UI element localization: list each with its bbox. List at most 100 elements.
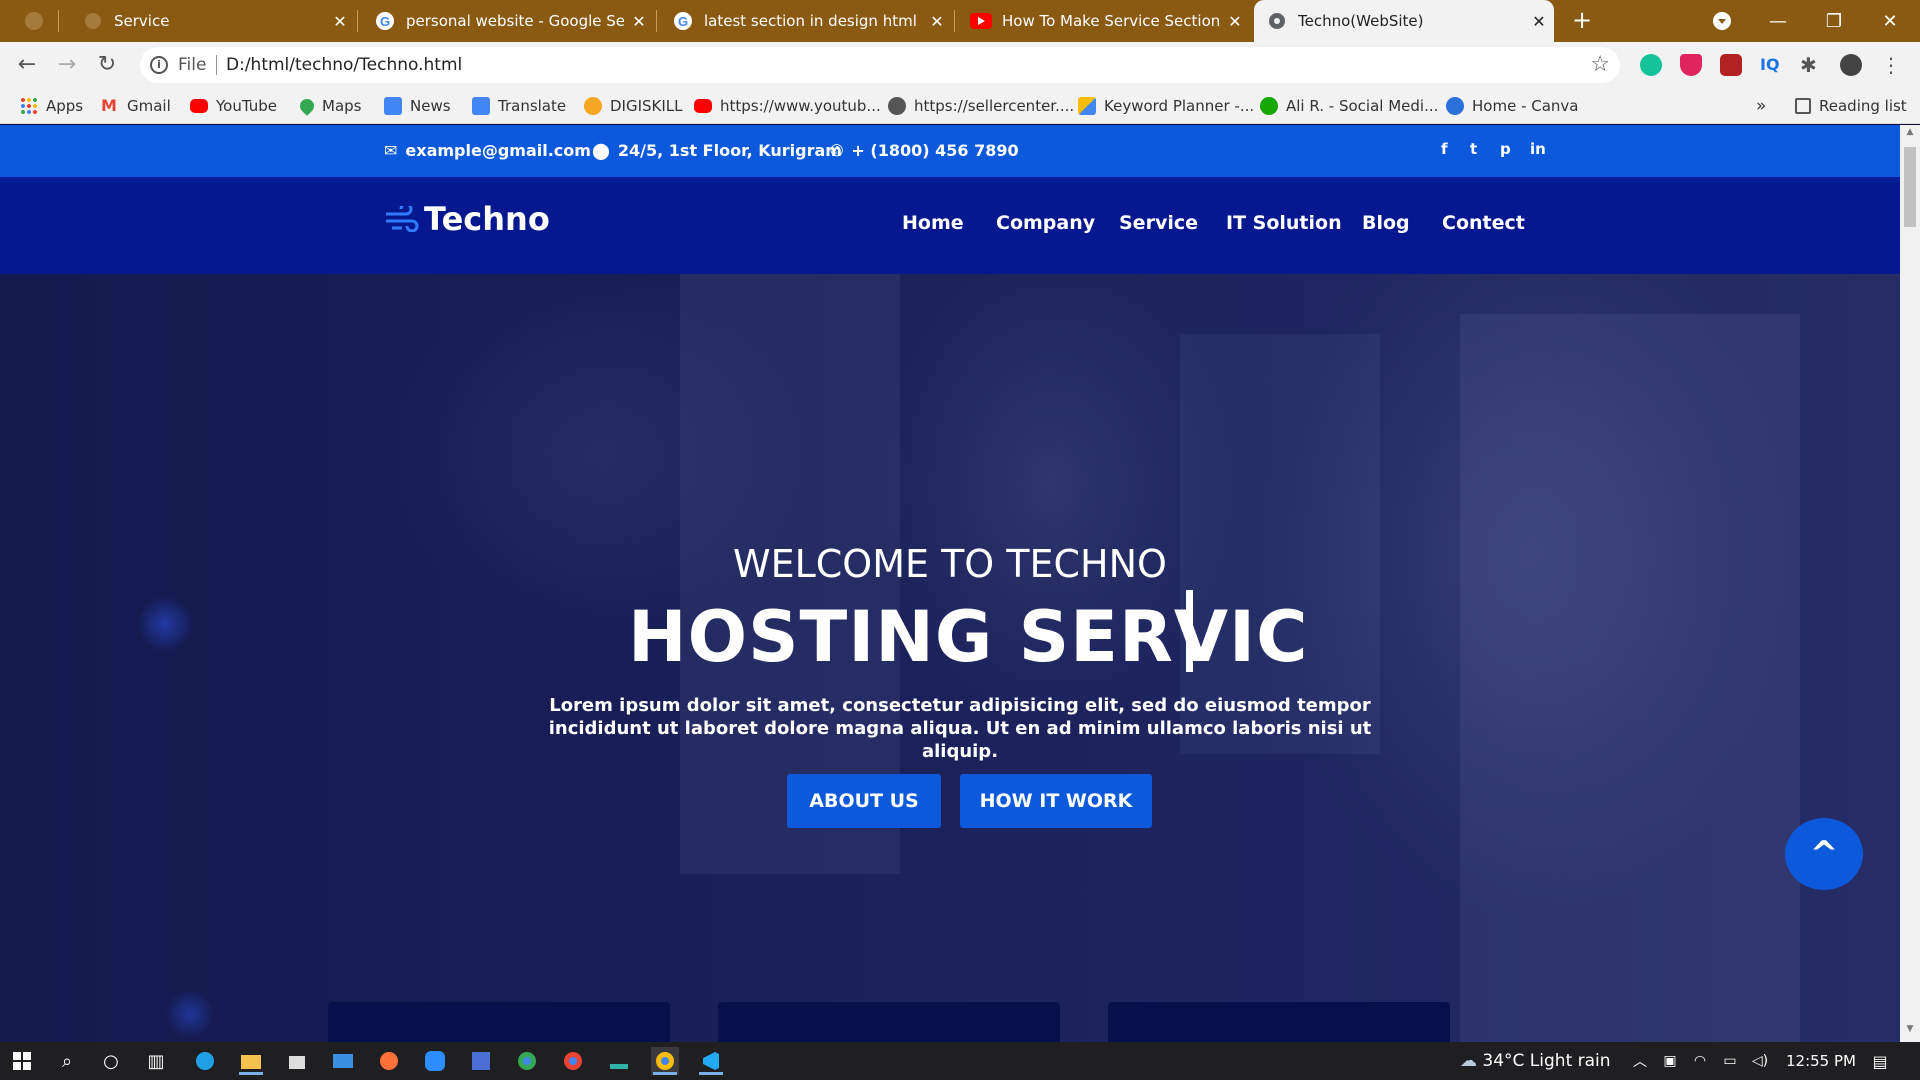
bookmark-youtube-link[interactable]: https://www.youtub...	[694, 96, 881, 116]
pinterest-icon[interactable]: p	[1500, 140, 1511, 158]
close-icon[interactable]: ✕	[1220, 12, 1250, 31]
bookmark-star-icon[interactable]: ☆	[1590, 52, 1610, 77]
close-window-button[interactable]: ✕	[1862, 0, 1918, 42]
close-icon[interactable]: ✕	[922, 12, 952, 31]
bookmark-digiskill[interactable]: DIGISKILL	[584, 96, 683, 116]
scrollbar[interactable]: ▲ ▼	[1900, 125, 1920, 1042]
site-logo[interactable]: Techno	[384, 200, 550, 238]
tab-youtube-video[interactable]: How To Make Service Section For ✕	[958, 0, 1250, 42]
search-icon[interactable]: ⌕	[53, 1047, 81, 1075]
close-icon[interactable]: ✕	[1524, 12, 1554, 31]
bookmark-keyword-planner[interactable]: Keyword Planner -...	[1078, 96, 1254, 116]
back-arrow-icon[interactable]: ←	[12, 50, 42, 80]
contact-topbar: ✉ example@gmail.com ⬤ 24/5, 1st Floor, K…	[0, 125, 1900, 177]
weather-widget[interactable]: ☁ 34°C Light rain	[1460, 1051, 1611, 1071]
nav-link-home[interactable]: Home	[902, 212, 964, 234]
mail-icon[interactable]	[329, 1047, 357, 1075]
cortana-icon[interactable]: ○	[97, 1047, 125, 1075]
scrollbar-thumb[interactable]	[1904, 147, 1916, 227]
chrome-profile-icon[interactable]	[559, 1047, 587, 1075]
nav-link-blog[interactable]: Blog	[1362, 212, 1410, 234]
new-tab-button[interactable]: +	[1568, 7, 1596, 35]
close-icon[interactable]: ✕	[325, 12, 355, 31]
puzzle-extensions-icon[interactable]: ✱	[1800, 54, 1822, 76]
bookmark-label: https://www.youtub...	[720, 97, 881, 115]
calculator-icon[interactable]	[467, 1047, 495, 1075]
google-ads-icon	[1078, 97, 1096, 115]
volume-icon[interactable]: ◁)	[1746, 1047, 1774, 1075]
reading-list-button[interactable]: Reading list	[1795, 96, 1907, 116]
tab-separator	[656, 10, 657, 32]
edge-icon[interactable]	[191, 1047, 219, 1075]
hero-lead-text: Lorem ipsum dolor sit amet, consectetur …	[548, 695, 1372, 762]
forward-arrow-icon[interactable]: →	[52, 50, 82, 80]
back-to-top-button[interactable]: ^	[1785, 818, 1863, 890]
twitter-icon[interactable]: t	[1470, 140, 1477, 158]
bookmark-maps[interactable]: Maps	[297, 96, 361, 116]
bookmarks-overflow-button[interactable]: »	[1756, 96, 1766, 116]
download-app-icon[interactable]	[605, 1047, 633, 1075]
about-us-button[interactable]: ABOUT US	[787, 774, 941, 828]
bookmark-sellercenter[interactable]: https://sellercenter....	[888, 96, 1074, 116]
tab-techno-website[interactable]: Techno(WebSite) ✕	[1254, 0, 1554, 42]
meet-now-icon[interactable]: ▣	[1656, 1047, 1684, 1075]
url-text[interactable]: D:/html/techno/Techno.html	[226, 55, 462, 75]
chevron-up-icon[interactable]: ︿	[1626, 1047, 1654, 1075]
chrome-active-icon[interactable]	[651, 1047, 679, 1075]
bookmark-translate[interactable]: Translate	[472, 96, 566, 116]
scroll-down-icon[interactable]: ▼	[1900, 1024, 1920, 1040]
contact-phone[interactable]: ✆ + (1800) 456 7890	[830, 141, 1019, 160]
battery-icon[interactable]: ▭	[1716, 1047, 1744, 1075]
avatar[interactable]	[1840, 54, 1862, 76]
bookmark-canva[interactable]: Home - Canva	[1446, 96, 1579, 116]
browser-toolbar: ← → ↻ i File D:/html/techno/Techno.html …	[0, 42, 1920, 88]
minimize-button[interactable]: —	[1750, 0, 1806, 42]
linkedin-icon[interactable]: in	[1530, 140, 1546, 158]
file-explorer-icon[interactable]	[237, 1047, 265, 1075]
google-icon: G	[374, 10, 396, 32]
chrome-icon[interactable]	[513, 1047, 541, 1075]
main-navbar: Techno Home Company Service IT Solution …	[0, 177, 1900, 274]
youtube-icon	[970, 10, 992, 32]
bookmarks-bar: Apps M Gmail YouTube Maps News Translate…	[0, 88, 1920, 124]
kebab-menu-icon[interactable]: ⋮	[1880, 54, 1902, 76]
bookmark-ali-r[interactable]: Ali R. - Social Medi...	[1260, 96, 1438, 116]
store-icon[interactable]	[283, 1047, 311, 1075]
windows-taskbar: ⌕ ○ ▥ ☁ 34°C Light rain ︿ ▣ ◠ ▭ ◁) 12:55…	[0, 1042, 1920, 1080]
bookmark-apps[interactable]: Apps	[20, 96, 83, 116]
iq-extension-icon[interactable]: IQ	[1760, 54, 1782, 76]
tab-latest-section[interactable]: G latest section in design html css ✕	[660, 0, 952, 42]
bookmark-gmail[interactable]: M Gmail	[101, 96, 171, 116]
notification-icon[interactable]: ▤	[1866, 1047, 1894, 1075]
firefox-icon[interactable]	[375, 1047, 403, 1075]
vscode-icon[interactable]	[697, 1047, 725, 1075]
scroll-up-icon[interactable]: ▲	[1900, 127, 1920, 143]
how-it-work-button[interactable]: HOW IT WORK	[960, 774, 1152, 828]
nav-link-service[interactable]: Service	[1119, 212, 1198, 234]
tab-pinned[interactable]	[15, 0, 59, 42]
address-bar[interactable]: i File D:/html/techno/Techno.html ☆	[140, 47, 1620, 83]
chart-extension-icon[interactable]	[1720, 54, 1742, 76]
hero-welcome-text: WELCOME TO TECHNO	[733, 542, 1167, 586]
restore-button[interactable]: ❐	[1806, 0, 1862, 42]
windows-start-icon[interactable]	[8, 1047, 36, 1075]
info-icon[interactable]: i	[150, 56, 168, 74]
tab-search-button[interactable]	[1694, 0, 1750, 42]
nav-link-it-solution[interactable]: IT Solution	[1226, 212, 1342, 234]
reload-icon[interactable]: ↻	[92, 50, 122, 80]
shield-extension-icon[interactable]	[1680, 54, 1702, 76]
grammarly-icon[interactable]	[1640, 54, 1662, 76]
facebook-icon[interactable]: f	[1441, 140, 1448, 158]
close-icon[interactable]: ✕	[624, 12, 654, 31]
clock[interactable]: 12:55 PM	[1786, 1052, 1856, 1070]
bookmark-news[interactable]: News	[384, 96, 451, 116]
nav-link-contect[interactable]: Contect	[1442, 212, 1525, 234]
zoom-icon[interactable]	[421, 1047, 449, 1075]
contact-email[interactable]: ✉ example@gmail.com	[384, 141, 591, 160]
nav-link-company[interactable]: Company	[996, 212, 1095, 234]
wifi-icon[interactable]: ◠	[1686, 1047, 1714, 1075]
tab-service[interactable]: Service ✕	[70, 0, 355, 42]
bookmark-youtube[interactable]: YouTube	[190, 96, 277, 116]
tab-google-search[interactable]: G personal website - Google Search ✕	[362, 0, 654, 42]
task-view-icon[interactable]: ▥	[142, 1047, 170, 1075]
